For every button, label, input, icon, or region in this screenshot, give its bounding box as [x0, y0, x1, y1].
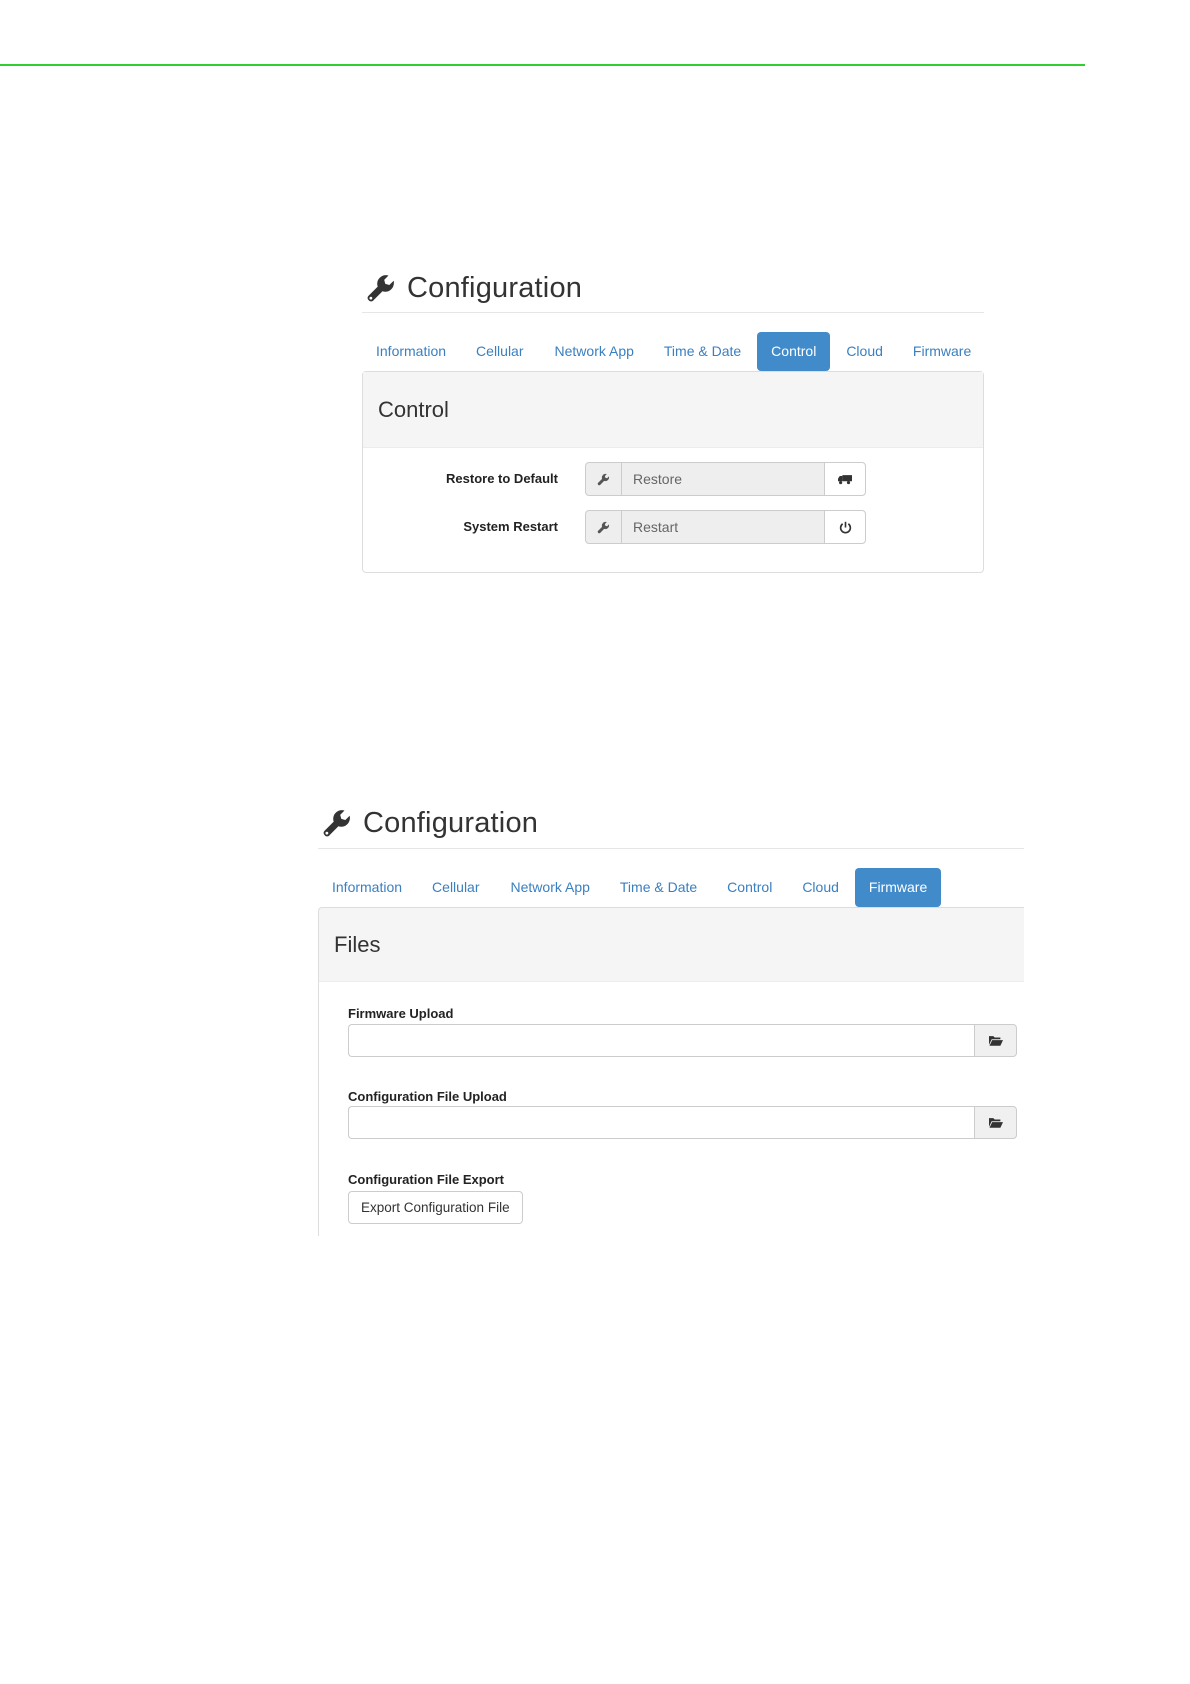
tab-cellular[interactable]: Cellular	[462, 332, 537, 371]
firmware-browse-button[interactable]	[974, 1024, 1017, 1057]
page-title: Configuration	[363, 806, 539, 839]
config-tabs: Information Cellular Network App Time & …	[362, 332, 985, 371]
config-upload-group	[348, 1106, 1017, 1139]
folder-open-icon	[988, 1036, 1003, 1046]
restart-field: Restart	[622, 510, 824, 544]
tab-cloud[interactable]: Cloud	[788, 868, 853, 907]
restart-label: System Restart	[463, 519, 558, 534]
config-browse-button[interactable]	[974, 1106, 1017, 1139]
tab-time-date[interactable]: Time & Date	[606, 868, 711, 907]
header-divider	[362, 312, 984, 313]
header-divider	[318, 848, 1024, 849]
files-heading: Files	[318, 907, 1024, 982]
restart-input-group: Restart	[585, 510, 866, 544]
tab-firmware[interactable]: Firmware	[854, 868, 942, 907]
tab-time-date[interactable]: Time & Date	[650, 332, 755, 371]
restore-label: Restore to Default	[446, 471, 558, 486]
tab-network-app[interactable]: Network App	[541, 332, 648, 371]
tab-cloud[interactable]: Cloud	[832, 332, 897, 371]
restart-row: System Restart Restart	[363, 510, 983, 544]
config-export-label: Configuration File Export	[348, 1172, 504, 1187]
panel-heading: Control	[363, 372, 983, 448]
export-config-button[interactable]: Export Configuration File	[348, 1191, 523, 1224]
wrench-icon	[585, 510, 622, 544]
wrench-icon	[367, 275, 394, 302]
tab-network-app[interactable]: Network App	[497, 868, 604, 907]
firmware-upload-group	[348, 1024, 1017, 1057]
tab-information[interactable]: Information	[362, 332, 460, 371]
tab-control[interactable]: Control	[757, 332, 831, 371]
tab-firmware[interactable]: Firmware	[899, 332, 985, 371]
restore-input-group: Restore	[585, 462, 866, 496]
control-panel: Control Restore to Default Restore Syste…	[362, 371, 984, 573]
tab-control[interactable]: Control	[713, 868, 786, 907]
firmware-upload-label: Firmware Upload	[348, 1006, 454, 1021]
folder-open-icon	[988, 1118, 1003, 1128]
page-header: Configuration	[322, 801, 538, 845]
power-icon	[839, 521, 851, 533]
truck-icon	[838, 474, 852, 484]
wrench-icon	[323, 810, 350, 837]
tab-cellular[interactable]: Cellular	[418, 868, 493, 907]
tab-information[interactable]: Information	[318, 868, 416, 907]
config-tabs: Information Cellular Network App Time & …	[318, 868, 942, 907]
top-green-rule	[0, 64, 1085, 66]
config-upload-label: Configuration File Upload	[348, 1089, 507, 1104]
restore-field: Restore	[622, 462, 824, 496]
page-header: Configuration	[366, 266, 582, 310]
firmware-upload-input[interactable]	[348, 1024, 974, 1057]
restore-row: Restore to Default Restore	[363, 462, 983, 496]
page-title: Configuration	[407, 271, 583, 304]
panel-left-border	[318, 982, 319, 1236]
config-upload-input[interactable]	[348, 1106, 974, 1139]
restore-button[interactable]	[824, 462, 866, 496]
restart-button[interactable]	[824, 510, 866, 544]
wrench-icon	[585, 462, 622, 496]
